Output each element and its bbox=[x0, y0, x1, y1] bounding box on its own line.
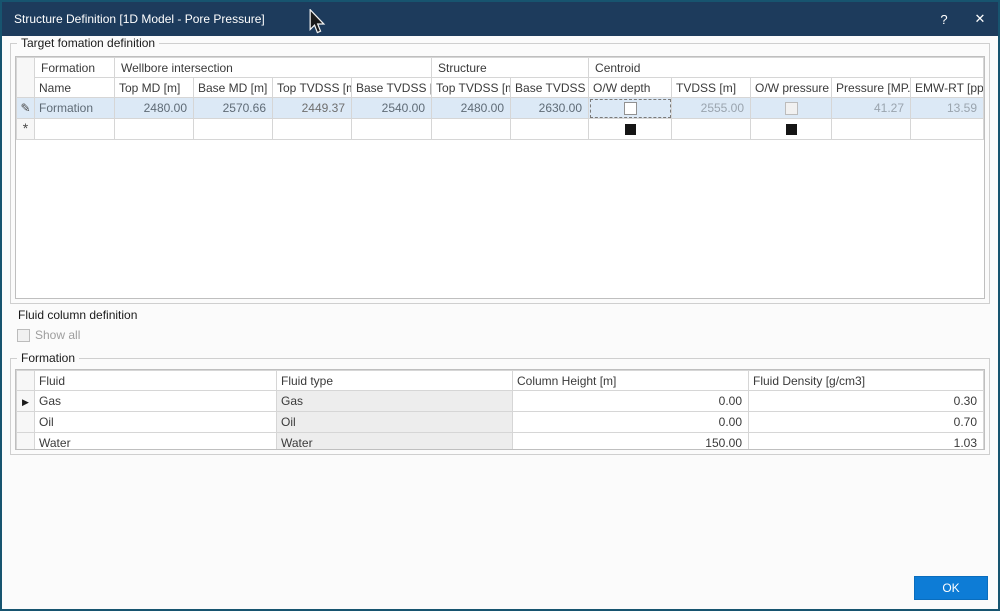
ow-pressure-indeterminate-checkbox[interactable] bbox=[785, 124, 797, 136]
target-formation-grid: Formation Wellbore intersection Structur… bbox=[15, 56, 985, 299]
fluid-row-selector-current[interactable]: ▶ bbox=[16, 390, 35, 412]
cell-top-md[interactable]: 2480.00 bbox=[114, 97, 194, 119]
target-formation-groupbox: Target fomation definition Formation Wel… bbox=[10, 36, 990, 304]
dialog-window: Structure Definition [1D Model - Pore Pr… bbox=[0, 0, 1000, 611]
edit-pencil-icon: ✎ bbox=[20, 101, 31, 115]
column-header-column-height[interactable]: Column Height [m] bbox=[512, 370, 749, 391]
cell-gas-fluid[interactable]: Gas bbox=[34, 390, 277, 412]
column-header-row: Name Top MD [m] Base MD [m] Top TVDSS [m… bbox=[17, 77, 984, 98]
fluid-row-gas: ▶ Gas Gas 0.00 0.30 bbox=[16, 390, 984, 412]
cell-ow-depth-checkbox[interactable] bbox=[588, 97, 673, 119]
new-cell-pressure[interactable] bbox=[831, 118, 912, 140]
cell-emw-rt[interactable]: 13.59 bbox=[910, 97, 984, 119]
fluid-grid: Fluid Fluid type Column Height [m] Fluid… bbox=[15, 369, 985, 450]
fluid-select-all-corner[interactable] bbox=[16, 370, 35, 391]
new-cell-top-md[interactable] bbox=[114, 118, 194, 140]
group-header-centroid[interactable]: Centroid bbox=[588, 57, 984, 78]
column-header-emw-rt[interactable]: EMW-RT [ppg] bbox=[910, 77, 984, 98]
cell-oil-fluid[interactable]: Oil bbox=[34, 411, 277, 433]
column-header-tvdss-centroid[interactable]: TVDSS [m] bbox=[671, 77, 752, 98]
target-new-row: * bbox=[16, 118, 984, 140]
fluid-column-definition-label: Fluid column definition bbox=[18, 308, 138, 322]
column-header-top-tvdss-wellbore[interactable]: Top TVDSS [m] bbox=[272, 77, 352, 98]
cell-oil-fluid-density[interactable]: 0.70 bbox=[748, 411, 984, 433]
cell-gas-fluid-density[interactable]: 0.30 bbox=[748, 390, 984, 412]
ow-depth-indeterminate-checkbox[interactable] bbox=[624, 124, 636, 136]
column-header-base-tvdss-structure[interactable]: Base TVDSS ... bbox=[510, 77, 590, 98]
new-cell-emw-rt[interactable] bbox=[910, 118, 984, 140]
target-formation-groupbox-label: Target fomation definition bbox=[17, 36, 160, 50]
cell-base-tvdss-structure[interactable]: 2630.00 bbox=[510, 97, 590, 119]
column-header-top-tvdss-structure[interactable]: Top TVDSS [m] bbox=[431, 77, 512, 98]
column-header-top-md[interactable]: Top MD [m] bbox=[114, 77, 194, 98]
cell-oil-column-height[interactable]: 0.00 bbox=[512, 411, 749, 433]
cell-top-tvdss-wellbore[interactable]: 2449.37 bbox=[272, 97, 352, 119]
column-header-fluid[interactable]: Fluid bbox=[34, 370, 277, 391]
cell-ow-pressure-checkbox[interactable] bbox=[750, 97, 833, 119]
column-header-fluid-density[interactable]: Fluid Density [g/cm3] bbox=[748, 370, 984, 391]
new-cell-base-md[interactable] bbox=[193, 118, 273, 140]
select-all-corner[interactable] bbox=[16, 57, 35, 98]
column-header-ow-pressure[interactable]: O/W pressure bbox=[750, 77, 833, 98]
fluid-table: Fluid Fluid type Column Height [m] Fluid… bbox=[16, 370, 984, 449]
titlebar-buttons: ? ✕ bbox=[926, 2, 998, 36]
fluid-row-selector[interactable] bbox=[16, 432, 35, 449]
cell-oil-fluid-type[interactable]: Oil bbox=[276, 411, 513, 433]
cell-gas-fluid-type[interactable]: Gas bbox=[276, 390, 513, 412]
new-cell-ow-depth[interactable] bbox=[588, 118, 673, 140]
column-header-ow-depth[interactable]: O/W depth bbox=[588, 77, 673, 98]
column-header-base-tvdss-wellbore[interactable]: Base TVDSS [... bbox=[350, 77, 433, 98]
fluid-header-row: Fluid Fluid type Column Height [m] Fluid… bbox=[16, 370, 984, 391]
group-header-formation[interactable]: Formation bbox=[34, 57, 115, 78]
fluid-row-selector[interactable] bbox=[16, 411, 35, 433]
show-all-checkbox[interactable] bbox=[17, 328, 30, 342]
fluid-row-water: Water Water 150.00 1.03 bbox=[16, 432, 984, 449]
fluid-row-oil: Oil Oil 0.00 0.70 bbox=[16, 411, 984, 433]
cell-water-fluid[interactable]: Water bbox=[34, 432, 277, 449]
cell-gas-column-height[interactable]: 0.00 bbox=[512, 390, 749, 412]
help-button[interactable]: ? bbox=[926, 2, 962, 36]
show-all-option: Show all bbox=[17, 328, 80, 342]
new-cell-ow-pressure[interactable] bbox=[750, 118, 833, 140]
column-header-base-md[interactable]: Base MD [m] bbox=[193, 77, 273, 98]
new-cell-name[interactable] bbox=[34, 118, 115, 140]
formation-groupbox: Formation Fluid Fluid type Column Height… bbox=[10, 351, 990, 455]
group-header-row: Formation Wellbore intersection Structur… bbox=[16, 57, 984, 98]
show-all-label: Show all bbox=[35, 328, 81, 342]
column-header-fluid-type[interactable]: Fluid type bbox=[276, 370, 513, 391]
titlebar: Structure Definition [1D Model - Pore Pr… bbox=[2, 2, 998, 36]
cell-pressure[interactable]: 41.27 bbox=[831, 97, 912, 119]
cell-top-tvdss-structure[interactable]: 2480.00 bbox=[431, 97, 512, 119]
cell-water-column-height[interactable]: 150.00 bbox=[512, 432, 749, 449]
target-row-formation: ✎ Formation 2480.00 2570.66 2449.37 2540… bbox=[16, 97, 984, 119]
new-cell-centroid-tvdss[interactable] bbox=[671, 118, 752, 140]
cell-base-md[interactable]: 2570.66 bbox=[193, 97, 273, 119]
new-cell-top-tvdss-wellbore[interactable] bbox=[272, 118, 352, 140]
row-selector-new[interactable]: * bbox=[16, 118, 35, 140]
new-cell-base-tvdss-structure[interactable] bbox=[510, 118, 590, 140]
ok-button[interactable]: OK bbox=[914, 576, 988, 600]
row-selector-edit[interactable]: ✎ bbox=[16, 97, 35, 119]
new-cell-base-tvdss-wellbore[interactable] bbox=[350, 118, 433, 140]
new-row-star-icon: * bbox=[22, 120, 29, 136]
new-cell-top-tvdss-structure[interactable] bbox=[431, 118, 512, 140]
current-row-arrow-icon: ▶ bbox=[22, 397, 29, 407]
cell-base-tvdss-wellbore[interactable]: 2540.00 bbox=[350, 97, 433, 119]
column-header-name[interactable]: Name bbox=[34, 77, 115, 98]
close-button[interactable]: ✕ bbox=[962, 2, 998, 36]
group-header-wellbore-intersection[interactable]: Wellbore intersection bbox=[113, 57, 433, 78]
formation-groupbox-label: Formation bbox=[17, 351, 80, 365]
cell-name[interactable]: Formation bbox=[34, 97, 115, 119]
group-header-structure[interactable]: Structure bbox=[431, 57, 590, 78]
cell-water-fluid-type[interactable]: Water bbox=[276, 432, 513, 449]
column-header-pressure[interactable]: Pressure [MP... bbox=[831, 77, 912, 98]
ow-depth-checkbox[interactable] bbox=[623, 102, 637, 116]
cell-centroid-tvdss[interactable]: 2555.00 bbox=[671, 97, 752, 119]
window-title: Structure Definition [1D Model - Pore Pr… bbox=[14, 12, 265, 26]
ow-pressure-checkbox[interactable] bbox=[784, 102, 798, 116]
cell-water-fluid-density[interactable]: 1.03 bbox=[748, 432, 984, 449]
target-formation-table: Formation Wellbore intersection Structur… bbox=[16, 57, 984, 140]
